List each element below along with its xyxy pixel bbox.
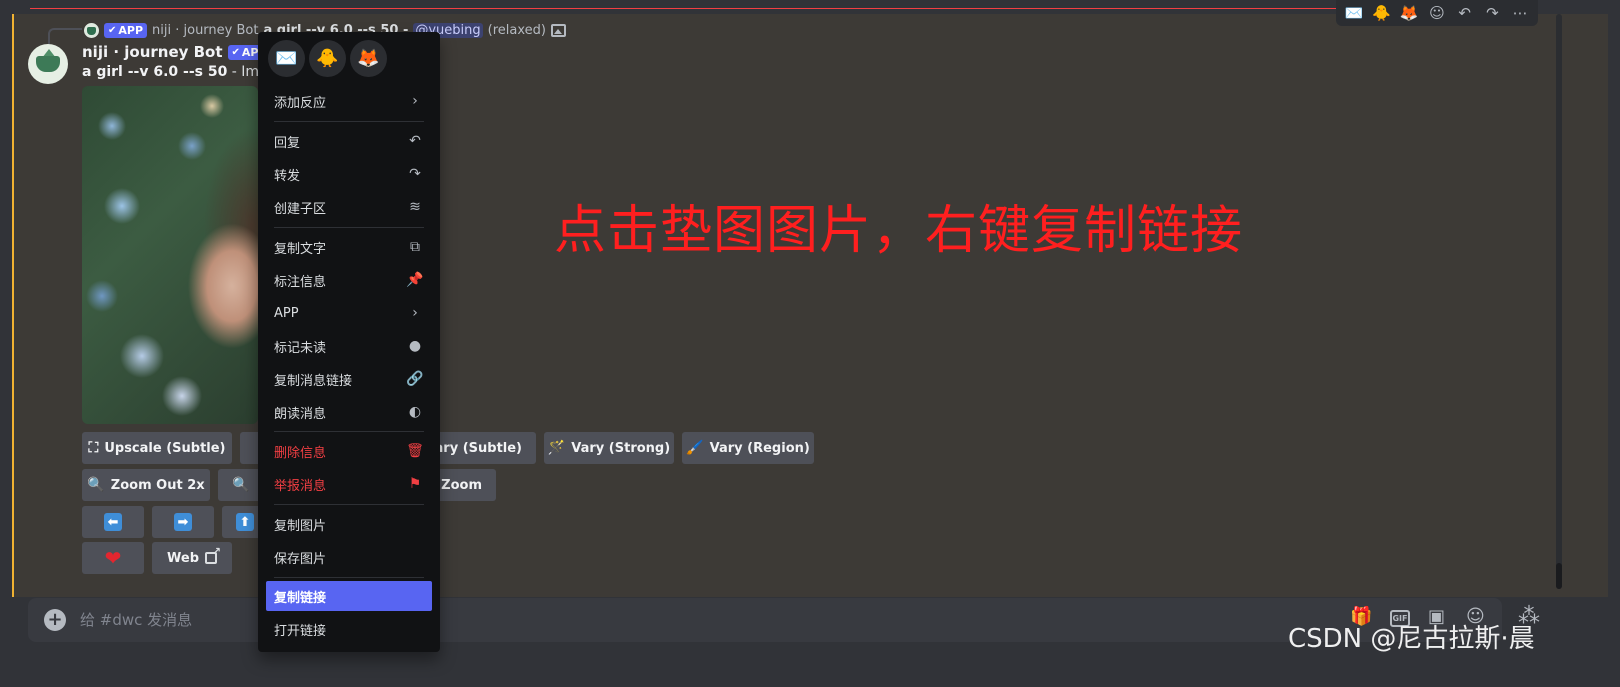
scrollbar-thumb[interactable] [1556,563,1562,589]
menu-item-copy-message-link[interactable]: 复制消息链接 🔗 [266,364,432,394]
magic-wand-icon: 🪄 [547,440,566,456]
pin-icon: 📌 [406,272,424,288]
thread-icon: ≋ [409,199,421,215]
flag-icon: ⚑ [408,476,422,492]
button-row-3: ⬅ ➡ ⬆ [82,506,284,538]
chick-emoji-icon[interactable]: 🐥 [309,40,346,77]
menu-item-copy-link[interactable]: 复制链接 [266,581,432,611]
more-icon[interactable]: ⋯ [1509,5,1531,21]
zoom-out-2x-button[interactable]: 🔍 Zoom Out 2x [82,469,210,501]
reply-mode: (relaxed) [487,22,546,38]
menu-item-create-thread[interactable]: 创建子区 ≋ [266,192,432,222]
heart-icon: ❤ [104,546,122,570]
menu-item-forward[interactable]: 转发 ↷ [266,159,432,189]
reply-icon[interactable]: ↶ [1454,5,1476,21]
arrow-up-icon: ⬆ [236,513,254,531]
message-composer: + 🎁 GIF ▣ ☺ [28,598,1502,642]
message-hover-toolbar: ✉️ 🐥 🦊 ☺ ↶ ↷ ⋯ [1336,0,1538,26]
image-attachment[interactable] [82,86,258,424]
menu-separator [274,577,424,578]
image-icon [550,23,566,37]
watermark: CSDN @尼古拉斯·晨 [1288,624,1535,654]
context-menu: ✉️ 🐥 🦊 添加反应 › 回复 ↶ 转发 ↷ 创建子区 ≋ 复制文字 ⧉ 标注… [258,32,440,652]
menu-item-mark-unread[interactable]: 标记未读 ● [266,331,432,361]
reply-avatar [84,22,99,38]
reply-spine [48,28,82,44]
menu-item-apps[interactable]: APP › [266,298,432,328]
fox-emoji-icon[interactable]: 🦊 [350,40,387,77]
magnifier-icon: 🔍 [232,477,250,493]
pan-right-button[interactable]: ➡ [152,506,214,538]
reply-app-badge: ✔ APP [104,22,148,38]
upscale-subtle-button[interactable]: ⛶ Upscale (Subtle) [82,432,232,464]
mark-unread-icon: ● [408,338,422,354]
scrollbar-track[interactable] [1556,14,1562,589]
reply-author[interactable]: niji · journey Bot [152,23,258,38]
menu-item-pin-message[interactable]: 标注信息 📌 [266,265,432,295]
external-link-icon [205,545,221,564]
menu-item-report-message[interactable]: 举报消息 ⚑ [266,469,432,499]
menu-item-delete-message[interactable]: 删除信息 🗑 [266,436,432,466]
menu-item-open-link[interactable]: 打开链接 [266,614,432,644]
arrow-right-icon: ➡ [174,513,192,531]
like-button[interactable]: ❤ [82,542,144,574]
web-link-button[interactable]: Web [152,542,232,574]
magnifier-icon: 🔍 [87,477,105,493]
quick-reactions: ✉️ 🐥 🦊 [268,40,387,77]
forward-icon: ↷ [409,166,421,182]
button-row-1: ⛶ Upscale (Subtle) 🪄 Vary (Subtle) 🪄 Var… [82,432,814,464]
chevron-right-icon: › [412,305,418,321]
menu-separator [274,504,424,505]
reply-icon: ↶ [409,133,421,149]
new-messages-divider [30,8,1410,9]
expand-icon: ⛶ [88,440,99,456]
add-reaction-icon[interactable]: ☺ [1426,5,1448,21]
pan-left-button[interactable]: ⬅ [82,506,144,538]
vary-strong-button[interactable]: 🪄 Vary (Strong) [544,432,674,464]
menu-item-copy-text[interactable]: 复制文字 ⧉ [266,232,432,262]
author-name[interactable]: niji · journey Bot [82,43,223,61]
speaker-icon: ◐ [408,404,422,420]
chat-area: ✉️ 🐥 🦊 ☺ ↶ ↷ ⋯ ✔ APP niji · journey Bot a… [0,0,1620,597]
envelope-emoji-icon[interactable]: ✉️ [268,40,305,77]
avatar[interactable] [28,44,68,84]
envelope-emoji-icon[interactable]: ✉️ [1343,5,1365,21]
menu-separator [274,227,424,228]
trash-icon: 🗑 [406,443,424,459]
chevron-right-icon: › [412,93,418,109]
menu-item-copy-image[interactable]: 复制图片 [266,509,432,539]
menu-item-save-image[interactable]: 保存图片 [266,542,432,572]
chick-emoji-icon[interactable]: 🐥 [1371,5,1393,21]
button-row-4: ❤ Web [82,542,232,574]
menu-separator [274,431,424,432]
menu-item-add-reaction[interactable]: 添加反应 › [266,86,432,116]
menu-item-speak-message[interactable]: 朗读消息 ◐ [266,397,432,427]
paintbrush-icon: 🖌️ [686,440,704,456]
link-icon: 🔗 [406,371,424,387]
vary-region-button[interactable]: 🖌️ Vary (Region) [682,432,814,464]
add-attachment-button[interactable]: + [44,609,66,631]
arrow-left-icon: ⬅ [104,513,122,531]
instruction-annotation: 点击垫图图片，右键复制链接 [554,201,1244,261]
message-content: a girl --v 6.0 --s 50 - Image [82,64,285,80]
prompt-text: a girl --v 6.0 --s 50 [82,64,228,80]
menu-separator [274,121,424,122]
menu-item-reply[interactable]: 回复 ↶ [266,126,432,156]
copy-icon: ⧉ [410,239,420,255]
forward-icon[interactable]: ↷ [1481,5,1503,21]
fox-emoji-icon[interactable]: 🦊 [1398,5,1420,21]
